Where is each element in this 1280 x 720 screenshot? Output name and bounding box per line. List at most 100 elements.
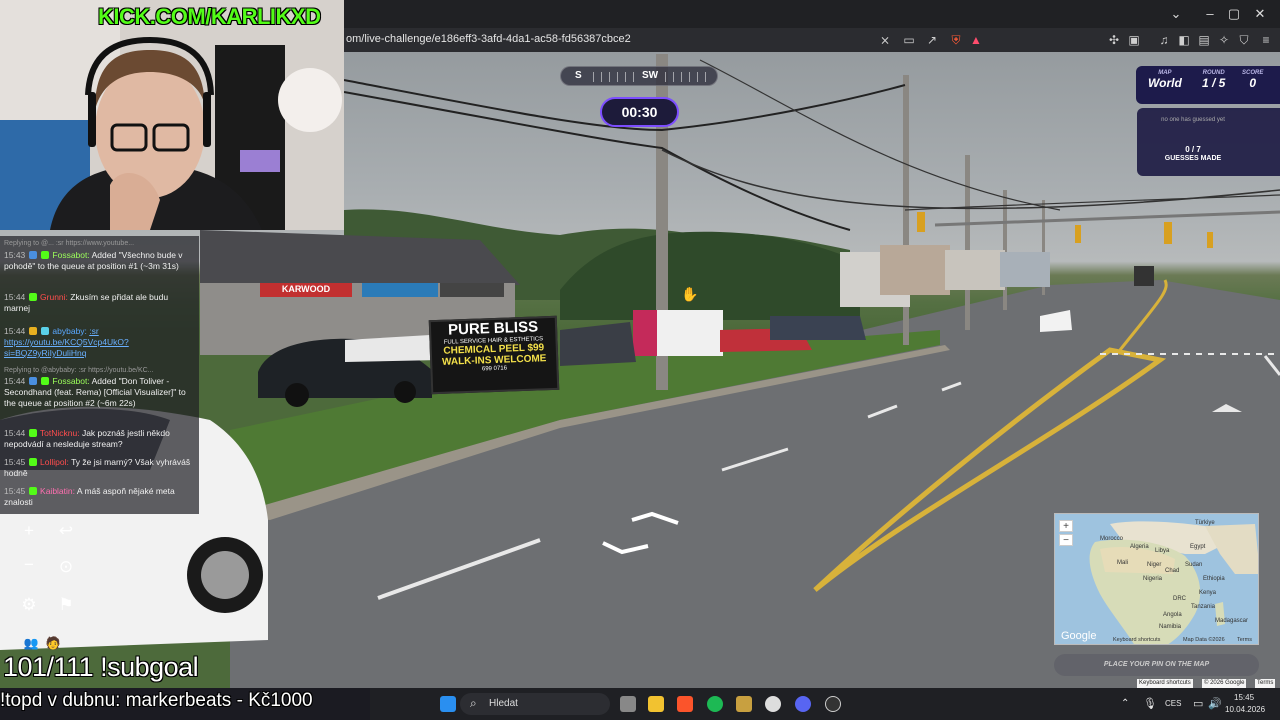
badge-icon xyxy=(28,377,37,385)
app-icon[interactable] xyxy=(736,696,752,712)
search-icon: ⌕ xyxy=(470,696,477,710)
tray-chevron-icon[interactable]: ⌃ xyxy=(1121,698,1129,709)
wallet2-icon[interactable]: ▤ xyxy=(1196,32,1212,48)
compass-tick xyxy=(665,72,666,82)
score-stat: SCORE 0 xyxy=(1242,70,1263,90)
chat-timestamp: 15:43 xyxy=(4,250,26,260)
ccleaner-icon[interactable] xyxy=(765,696,781,712)
undo-icon[interactable]: ↩ xyxy=(53,518,79,544)
return-to-start-icon[interactable]: ⊙ xyxy=(53,554,79,580)
badge-icon xyxy=(28,251,37,259)
compass-tick xyxy=(705,72,706,82)
place-pin-button[interactable]: PLACE YOUR PIN ON THE MAP xyxy=(1054,654,1259,676)
tab-list-icon[interactable]: ⌄ xyxy=(1166,6,1186,22)
minimize-icon[interactable]: – xyxy=(1200,6,1220,21)
compass: S SW xyxy=(560,66,718,86)
sidebar-icon[interactable]: ◧ xyxy=(1176,32,1192,48)
vpn-icon[interactable]: ⛉ xyxy=(1236,32,1252,48)
chat-message: 15:44 abybaby: :sr https://youtu.be/KCQ5… xyxy=(4,326,195,359)
chat-message: 15:45 Lollipol: Ty že jsi marný? Však vy… xyxy=(4,457,195,479)
store-sign-karwood: KARWOOD xyxy=(281,284,331,294)
map-label-morocco: Morocco xyxy=(1100,536,1124,542)
no-translate-icon[interactable]: ⨯ xyxy=(877,32,893,48)
map-label-tanzania: Tanzania xyxy=(1191,604,1216,610)
minimap-zoom-out-button[interactable]: − xyxy=(1059,534,1073,546)
url-text[interactable]: om/live-challenge/e186eff3-3afd-4da1-ac5… xyxy=(346,33,631,45)
menu-icon[interactable]: ≡ xyxy=(1258,32,1274,48)
compass-tick xyxy=(593,72,594,82)
wallet-icon[interactable]: ▣ xyxy=(1126,32,1142,48)
microphone-icon[interactable]: 🎙 xyxy=(1143,697,1157,710)
chat-username[interactable]: TotNicknu: xyxy=(40,428,80,438)
music-icon[interactable]: ♫ xyxy=(1156,32,1172,48)
attribution-keyboard-shortcuts[interactable]: Keyboard shortcuts xyxy=(1137,679,1193,688)
chat-timestamp: 15:44 xyxy=(4,428,26,438)
minimap-terms[interactable]: Terms xyxy=(1237,637,1252,643)
compass-tick xyxy=(689,72,690,82)
chat-reply-text: Replying to @abybaby: :sr https://youtu.… xyxy=(4,367,154,374)
minimap-keyboard-shortcuts[interactable]: Keyboard shortcuts xyxy=(1113,637,1160,643)
minimap-zoom-in-button[interactable]: + xyxy=(1059,520,1073,532)
compass-tick xyxy=(601,72,602,82)
keyboard-language[interactable]: CES xyxy=(1165,699,1181,708)
chat-username[interactable]: Fossabot: xyxy=(52,376,89,386)
chat-message: 15:45 Kaiblatin: A máš aspoň nějaké meta… xyxy=(4,486,195,508)
google-logo: Google xyxy=(1061,630,1097,642)
share-icon[interactable]: ↗ xyxy=(924,32,940,48)
map-label-mali: Mali xyxy=(1117,560,1129,566)
badge-icon xyxy=(41,251,50,259)
compass-tick xyxy=(681,72,682,82)
subgoal-overlay: 101/111 !subgoal xyxy=(3,652,199,682)
badge-icon xyxy=(28,293,37,301)
zoom-out-button[interactable]: − xyxy=(16,552,42,578)
checkpoint-flag-icon[interactable]: ⚑ xyxy=(53,592,79,618)
brave-browser-icon[interactable] xyxy=(677,696,693,712)
chat-timestamp: 15:44 xyxy=(4,326,26,336)
guess-note: no one has guessed yet xyxy=(1161,117,1225,123)
channel-name: KICK.COM/KARLIKXD xyxy=(98,4,321,29)
compass-tick xyxy=(673,72,674,82)
guess-minimap[interactable]: Türkiye Algeria Libya Egypt Mali Niger S… xyxy=(1054,513,1259,645)
badge-icon xyxy=(41,377,50,385)
windows-start-icon[interactable] xyxy=(440,696,456,712)
business-sign: PURE BLISS FULL SERVICE HAIR & ESTHETICS… xyxy=(428,315,560,395)
map-label-libya: Libya xyxy=(1155,548,1170,554)
obs-icon[interactable] xyxy=(825,696,841,712)
compass-southwest-label: SW xyxy=(642,70,659,81)
spotify-icon[interactable] xyxy=(707,696,723,712)
chat-username[interactable]: Grunni: xyxy=(40,292,68,302)
address-bar[interactable]: om/live-challenge/e186eff3-3afd-4da1-ac5… xyxy=(344,28,1280,52)
round-stat: ROUND 1 / 5 xyxy=(1202,70,1225,90)
compass-tick xyxy=(617,72,618,82)
file-explorer-icon[interactable] xyxy=(648,696,664,712)
map-label-turkiye: Türkiye xyxy=(1195,520,1215,526)
chat-username[interactable]: abybaby: xyxy=(52,326,87,336)
brave-rewards-icon[interactable]: ▲ xyxy=(968,32,984,48)
attribution-terms[interactable]: Terms xyxy=(1255,679,1276,688)
discord-icon[interactable] xyxy=(795,696,811,712)
map-label-kenya: Kenya xyxy=(1199,590,1217,596)
map-label-algeria: Algeria xyxy=(1130,544,1149,550)
compass-tick xyxy=(609,72,610,82)
clock-date[interactable]: 10.04.2026 xyxy=(1225,705,1265,714)
extensions-icon[interactable]: ✣ xyxy=(1106,32,1122,48)
chat-username[interactable]: Fossabot: xyxy=(52,250,89,260)
brave-shield-icon[interactable]: ⛨ xyxy=(948,32,964,48)
chat-username[interactable]: Lollipol: xyxy=(40,457,69,467)
close-icon[interactable]: ✕ xyxy=(1250,6,1270,22)
map-stat: MAP World xyxy=(1148,70,1182,90)
chat-username[interactable]: Kaiblatin: xyxy=(40,486,75,496)
clock-time[interactable]: 15:45 xyxy=(1234,693,1254,702)
maximize-icon[interactable]: ▢ xyxy=(1224,6,1244,22)
task-view-icon[interactable] xyxy=(620,696,636,712)
cast-icon[interactable]: ▭ xyxy=(901,32,917,48)
taskbar-search[interactable]: ⌕ Hledat xyxy=(460,693,610,715)
zoom-in-button[interactable]: + xyxy=(16,518,42,544)
settings-gear-icon[interactable]: ⚙ xyxy=(16,592,42,618)
guesses-panel: no one has guessed yet 0 / 7 GUESSES MAD… xyxy=(1137,108,1280,176)
leo-ai-icon[interactable]: ✧ xyxy=(1216,32,1232,48)
volume-icon[interactable]: 🔊 xyxy=(1208,697,1222,710)
network-icon[interactable]: ▭ xyxy=(1193,697,1203,710)
chat-message: Replying to @abybaby: :sr https://youtu.… xyxy=(4,365,195,376)
attribution-copyright: © 2026 Google xyxy=(1202,679,1247,688)
